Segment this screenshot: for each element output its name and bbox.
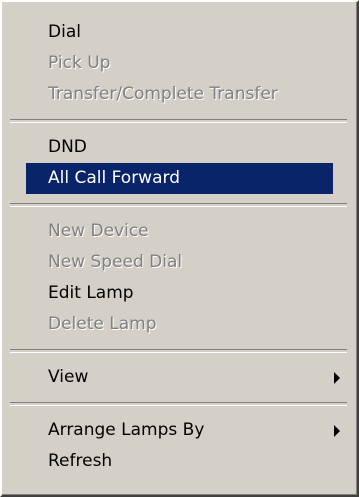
menu-item-view[interactable]: View bbox=[26, 362, 340, 393]
menu-separator bbox=[10, 203, 347, 207]
menu-item-new-device: New Device bbox=[26, 216, 333, 247]
menu-separator bbox=[10, 119, 347, 123]
menu-item-label: Transfer/Complete Transfer bbox=[48, 84, 278, 104]
context-menu: Dial Pick Up Transfer/Complete Transfer … bbox=[0, 0, 359, 497]
menu-item-label: Dial bbox=[48, 22, 81, 42]
menu-item-label: Arrange Lamps By bbox=[48, 420, 205, 440]
menu-item-transfer: Transfer/Complete Transfer bbox=[26, 79, 333, 110]
menu-item-label: New Speed Dial bbox=[48, 252, 183, 272]
menu-item-edit-lamp[interactable]: Edit Lamp bbox=[26, 278, 333, 309]
menu-item-label: DND bbox=[48, 137, 87, 157]
menu-item-new-speed-dial: New Speed Dial bbox=[26, 247, 333, 278]
menu-item-delete-lamp: Delete Lamp bbox=[26, 309, 333, 340]
menu-item-pick-up: Pick Up bbox=[26, 48, 333, 79]
menu-item-label: View bbox=[48, 367, 89, 387]
submenu-arrow-icon bbox=[334, 425, 340, 437]
menu-item-label: Edit Lamp bbox=[48, 283, 134, 303]
menu-item-dial[interactable]: Dial bbox=[26, 17, 333, 48]
menu-item-label: All Call Forward bbox=[48, 168, 180, 188]
submenu-arrow-icon bbox=[334, 372, 340, 384]
menu-item-all-call-forward[interactable]: All Call Forward bbox=[26, 163, 333, 194]
menu-item-label: Refresh bbox=[48, 451, 113, 471]
menu-item-label: New Device bbox=[48, 221, 149, 241]
menu-item-label: Delete Lamp bbox=[48, 314, 157, 334]
menu-item-refresh[interactable]: Refresh bbox=[26, 446, 333, 477]
menu-item-arrange-lamps-by[interactable]: Arrange Lamps By bbox=[26, 415, 340, 446]
menu-separator bbox=[10, 349, 347, 353]
menu-separator bbox=[10, 402, 347, 406]
menu-item-label: Pick Up bbox=[48, 53, 111, 73]
menu-item-dnd[interactable]: DND bbox=[26, 132, 333, 163]
